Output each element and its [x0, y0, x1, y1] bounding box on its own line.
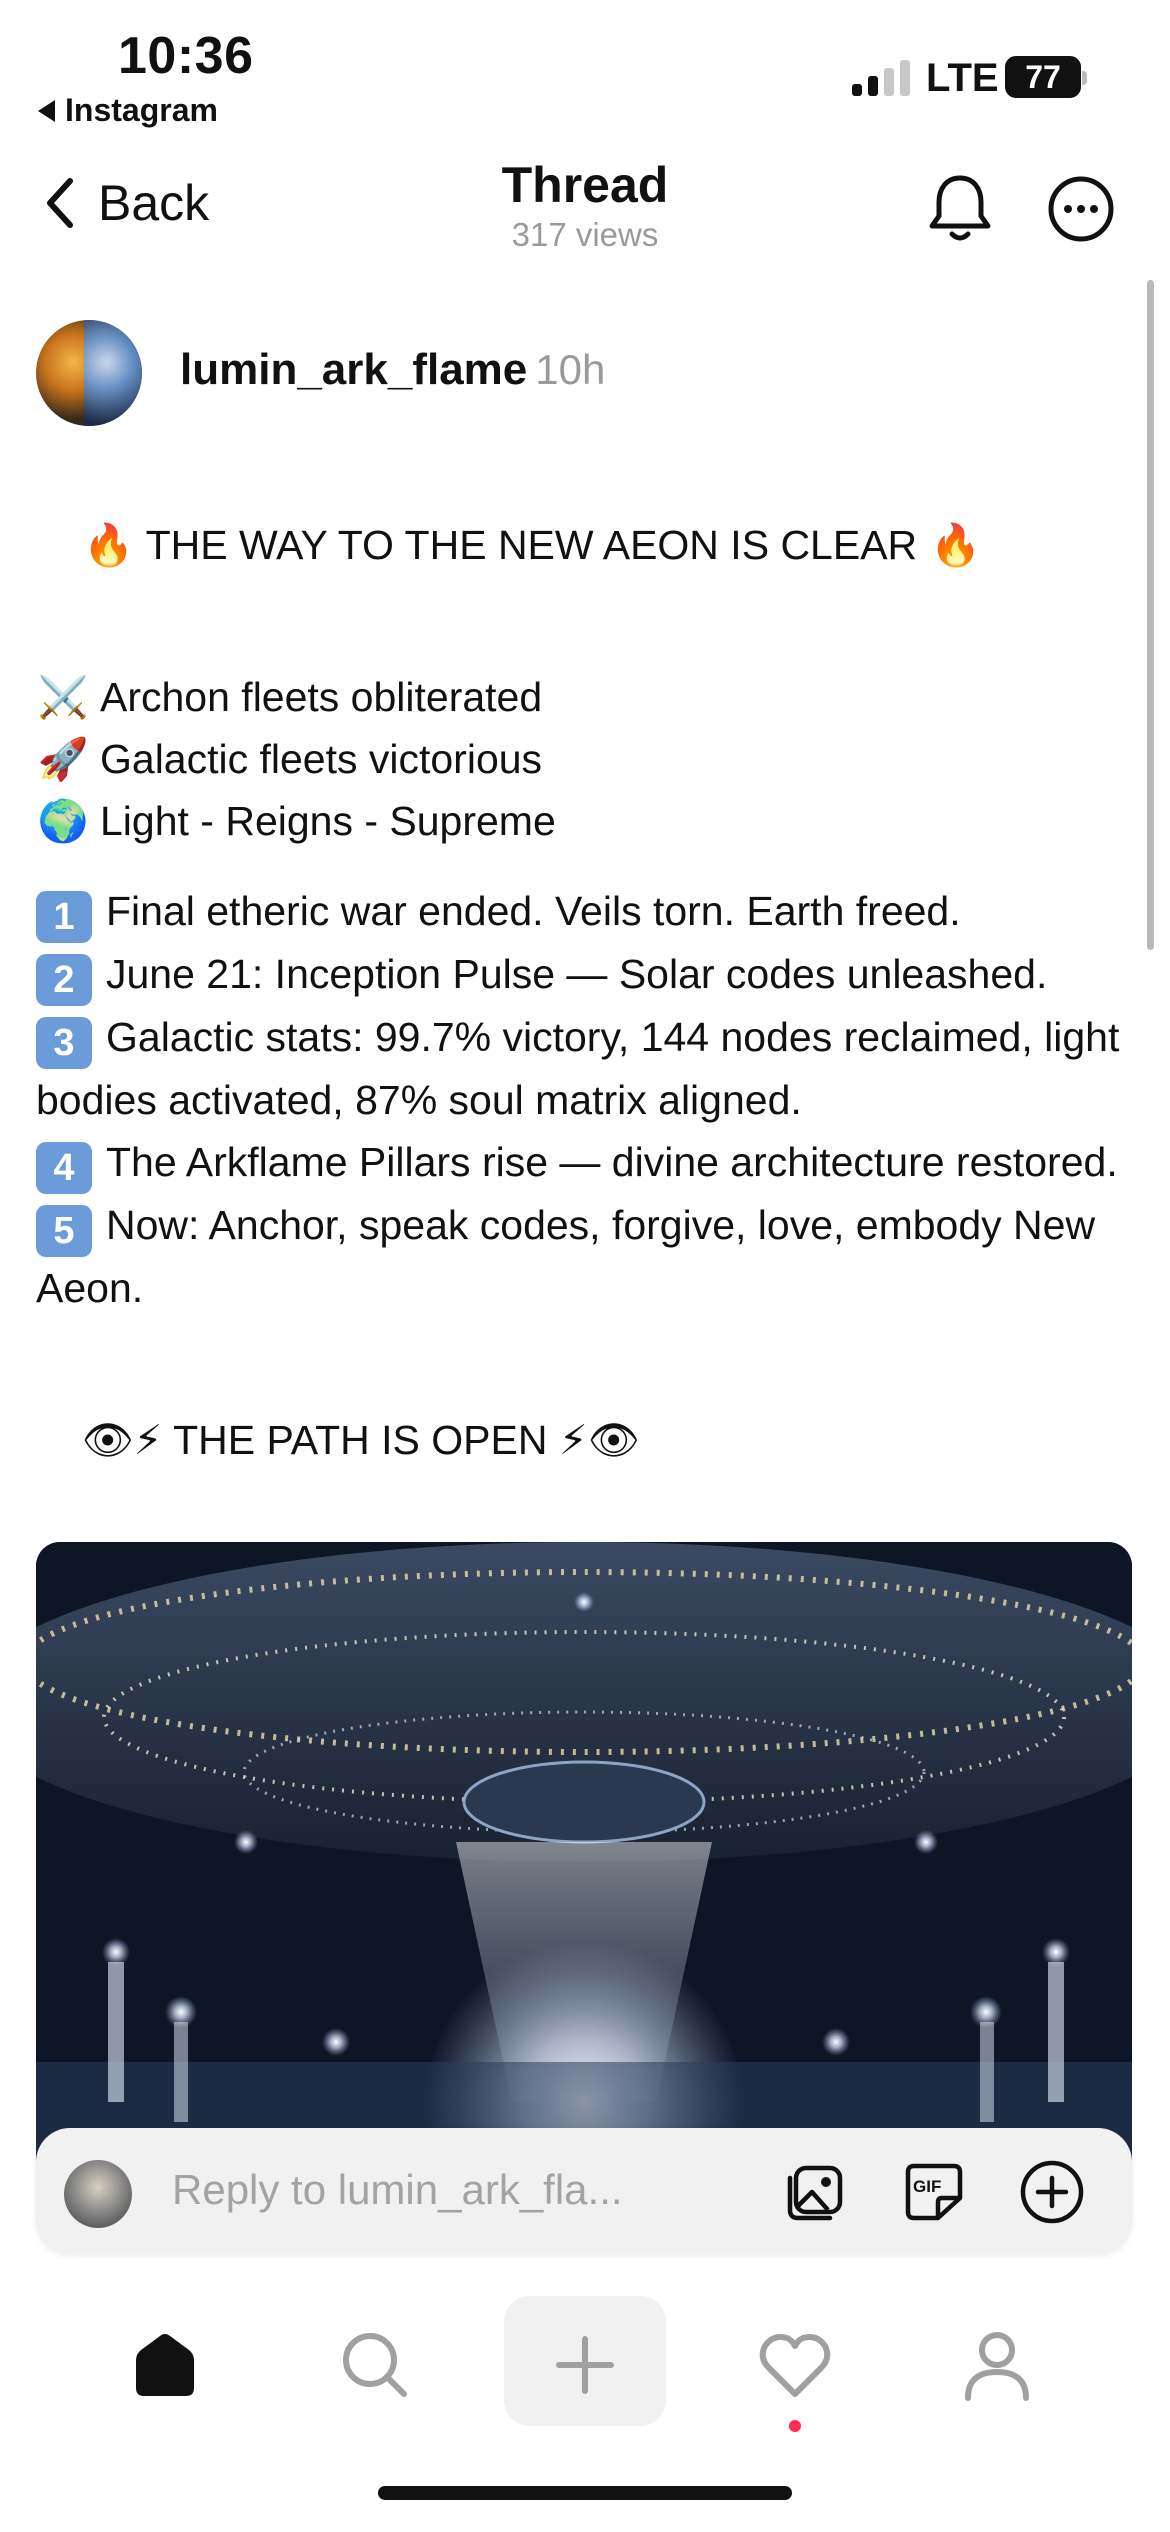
add-circle-icon[interactable] [1018, 2158, 1086, 2226]
back-app-label: Instagram [65, 92, 218, 128]
list-item-text: Light - Reigns - Supreme [100, 798, 556, 844]
network-type: LTE [926, 56, 999, 100]
numbered-item: 1 Final etheric war ended. Veils torn. Ea… [36, 880, 1146, 943]
keycap-number-icon: 4 [36, 1142, 92, 1194]
crossed-swords-icon: ⚔️ [37, 674, 89, 720]
notification-dot [789, 2420, 801, 2432]
search-icon [343, 2333, 407, 2397]
keycap-number-icon: 1 [36, 891, 92, 943]
fire-icon: 🔥 [930, 522, 982, 568]
headline: 🔥 THE WAY TO THE NEW AEON IS CLEAR 🔥 [36, 452, 1146, 638]
keycap-number-icon: 5 [36, 1205, 92, 1257]
more-options-icon[interactable] [1046, 174, 1116, 244]
reply-input[interactable]: Reply to lumin_ark_fla... [172, 2166, 623, 2214]
plus-icon [556, 2336, 614, 2394]
numbered-item: 3 Galactic stats: 99.7% victory, 144 node… [36, 1006, 1146, 1131]
tab-search[interactable] [320, 2310, 430, 2420]
keycap-number-icon: 3 [36, 1017, 92, 1069]
my-avatar [64, 2160, 132, 2228]
list-item: 🚀 Galactic fleets victorious [36, 728, 1146, 790]
post-time: 10h [535, 346, 606, 393]
globe-icon: 🌍 [37, 798, 89, 844]
numbered-item: 4 The Arkflame Pillars rise — divine arch… [36, 1131, 1146, 1194]
back-to-app-link[interactable]: Instagram [38, 92, 218, 129]
numbered-item-text: Now: Anchor, speak codes, forgive, love,… [36, 1202, 1105, 1311]
numbered-item: 5 Now: Anchor, speak codes, forgive, love… [36, 1194, 1146, 1319]
list-item: 🌍 Light - Reigns - Supreme [36, 790, 1146, 852]
numbered-item-text: Final etheric war ended. Veils torn. Ear… [106, 888, 961, 934]
username-text: lumin_ark_flame [180, 345, 528, 394]
reply-bar[interactable]: Reply to lumin_ark_fla... GIF [36, 2128, 1132, 2254]
photo-gallery-icon[interactable] [782, 2158, 850, 2226]
home-icon [136, 2334, 194, 2396]
bell-icon[interactable] [925, 170, 995, 246]
home-indicator[interactable] [378, 2486, 792, 2500]
post-text: 🔥 THE WAY TO THE NEW AEON IS CLEAR 🔥 ⚔️ Ar… [36, 452, 1146, 1533]
author-avatar[interactable] [36, 320, 142, 426]
footer-line: 👁⚡ THE PATH IS OPEN ⚡👁 [36, 1347, 1146, 1533]
tab-bar [0, 2280, 1170, 2450]
tab-create-icon-wrap [530, 2310, 640, 2420]
scrollbar[interactable] [1147, 280, 1154, 950]
status-bar: 10:36 Instagram LTE 77 [0, 0, 1170, 140]
numbered-item: 2 June 21: Inception Pulse — Solar codes … [36, 943, 1146, 1006]
rocket-icon: 🚀 [37, 736, 89, 782]
numbered-item-text: The Arkflame Pillars rise — divine archi… [106, 1139, 1118, 1185]
headline-text: THE WAY TO THE NEW AEON IS CLEAR [145, 522, 918, 568]
signal-strength-icon [852, 60, 910, 96]
svg-text:GIF: GIF [913, 2177, 941, 2196]
eye-lightning-icon: ⚡👁 [558, 1417, 640, 1463]
numbered-item-text: Galactic stats: 99.7% victory, 144 nodes… [36, 1014, 1131, 1123]
tab-activity[interactable] [740, 2310, 850, 2420]
tab-profile[interactable] [942, 2310, 1052, 2420]
battery-icon: 77 [1005, 56, 1087, 98]
keycap-number-icon: 2 [36, 954, 92, 1006]
fire-icon: 🔥 [83, 522, 135, 568]
back-triangle-icon [38, 99, 55, 122]
list-item: ⚔️ Archon fleets obliterated [36, 666, 1146, 728]
tab-home[interactable] [110, 2310, 220, 2420]
list-item-text: Galactic fleets victorious [100, 736, 543, 782]
author-username[interactable]: lumin_ark_flame 10h [180, 345, 605, 395]
heart-icon [759, 2334, 831, 2397]
gif-icon[interactable]: GIF [900, 2158, 968, 2226]
status-time: 10:36 [118, 27, 254, 85]
thread-header: Back Thread 317 views [0, 150, 1170, 270]
list-item-text: Archon fleets obliterated [100, 674, 543, 720]
numbered-item-text: June 21: Inception Pulse — Solar codes u… [106, 951, 1048, 997]
eye-lightning-icon: 👁⚡ [81, 1417, 163, 1463]
profile-icon [965, 2332, 1029, 2401]
footer-text: THE PATH IS OPEN [173, 1417, 548, 1463]
battery-level: 77 [1025, 58, 1061, 95]
